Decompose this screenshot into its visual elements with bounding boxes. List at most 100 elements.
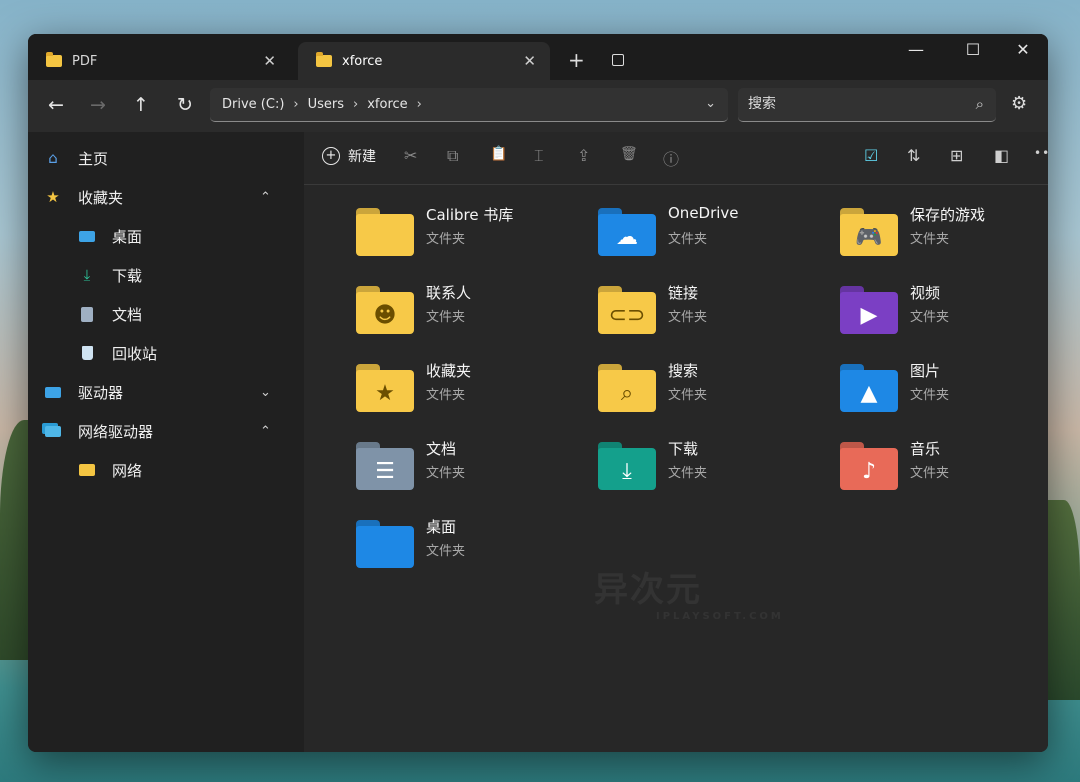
sidebar-item-network[interactable]: 网络 xyxy=(78,452,142,488)
file-item[interactable]: ☻ 联系人 文件夹 xyxy=(356,280,586,344)
rename-icon[interactable]: ⌶ xyxy=(534,146,544,166)
forward-button[interactable]: → xyxy=(86,94,110,116)
tab-label: PDF xyxy=(72,53,98,69)
file-item[interactable]: Calibre 书库 文件夹 xyxy=(356,202,586,266)
breadcrumb-separator: › xyxy=(353,97,359,112)
back-button[interactable]: ← xyxy=(44,94,68,116)
copy-icon[interactable]: ⧉ xyxy=(447,146,458,166)
tab-xforce[interactable]: xforce ✕ xyxy=(298,42,550,80)
file-name: Calibre 书库 xyxy=(426,206,514,224)
file-item[interactable]: ☁ OneDrive 文件夹 xyxy=(598,202,828,266)
cut-icon[interactable]: ✂ xyxy=(404,146,417,165)
sidebar-item-label: 驱动器 xyxy=(78,383,124,402)
file-type: 文件夹 xyxy=(668,310,708,325)
refresh-button[interactable]: ↻ xyxy=(173,94,197,116)
new-button[interactable]: + 新建 xyxy=(322,146,376,166)
file-type: 文件夹 xyxy=(668,232,708,247)
file-name: 搜索 xyxy=(668,362,699,380)
maximize-button[interactable]: ☐ xyxy=(953,40,993,59)
file-type: 文件夹 xyxy=(426,232,466,247)
chevron-down-icon[interactable]: ⌄ xyxy=(260,385,271,400)
breadcrumb-drive[interactable]: Drive (C:) xyxy=(222,97,284,112)
sidebar-item-label: 主页 xyxy=(78,149,109,168)
address-dropdown-icon[interactable]: ⌄ xyxy=(705,96,716,111)
delete-icon[interactable]: 🗑 xyxy=(620,146,638,162)
sidebar-item-documents[interactable]: 文档 xyxy=(78,296,142,332)
file-name: 视频 xyxy=(910,284,941,302)
sidebar-item-label: 下载 xyxy=(112,266,143,285)
sort-icon[interactable]: ⇅ xyxy=(907,146,920,165)
more-options-icon[interactable]: ••• xyxy=(1034,146,1048,160)
sidebar-item-recycle-bin[interactable]: 回收站 xyxy=(78,335,157,371)
file-item[interactable]: ⊂⊃ 链接 文件夹 xyxy=(598,280,828,344)
command-bar: + 新建 ✂ ⧉ 📋 ⌶ ⇪ 🗑 ⓘ ☑ ⇅ ⊞ ◧ ••• xyxy=(304,132,1048,185)
music-folder-icon: ♪ xyxy=(840,442,898,490)
sidebar-item-desktop[interactable]: 桌面 xyxy=(78,218,142,254)
breadcrumb-users[interactable]: Users xyxy=(308,97,344,112)
up-button[interactable]: ↑ xyxy=(129,94,153,116)
new-button-label: 新建 xyxy=(348,149,376,165)
file-type: 文件夹 xyxy=(426,310,466,325)
tab-pdf[interactable]: PDF ✕ xyxy=(28,42,290,80)
duplicate-tab-icon[interactable] xyxy=(612,54,624,66)
sidebar-item-network-drives[interactable]: 网络驱动器 ⌃ xyxy=(44,413,304,449)
file-name: 下载 xyxy=(668,440,699,458)
links-folder-icon: ⊂⊃ xyxy=(598,286,656,334)
documents-folder-icon: ☰ xyxy=(356,442,414,490)
sidebar-item-label: 网络 xyxy=(112,461,143,480)
file-item[interactable]: ⤓ 下载 文件夹 xyxy=(598,436,828,500)
pictures-folder-icon: ▲ xyxy=(840,364,898,412)
view-icon[interactable]: ⊞ xyxy=(950,146,963,165)
sidebar-item-drives[interactable]: 驱动器 ⌄ xyxy=(44,374,304,410)
file-type: 文件夹 xyxy=(910,388,950,403)
sidebar-item-label: 回收站 xyxy=(112,344,158,363)
file-item[interactable]: ⌕ 搜索 文件夹 xyxy=(598,358,828,422)
file-name: 桌面 xyxy=(426,518,457,536)
select-icon[interactable]: ☑ xyxy=(864,146,878,165)
new-tab-button[interactable]: + xyxy=(568,50,585,70)
file-item[interactable]: ♪ 音乐 文件夹 xyxy=(840,436,1048,500)
folder-icon xyxy=(356,208,414,256)
info-icon[interactable]: ⓘ xyxy=(663,146,679,170)
share-icon[interactable]: ⇪ xyxy=(577,146,590,165)
search-icon: ⌕ xyxy=(975,95,984,113)
chevron-up-icon[interactable]: ⌃ xyxy=(260,190,271,205)
desktop-icon xyxy=(78,227,96,245)
address-bar[interactable]: Drive (C:) › Users › xforce › ⌄ xyxy=(210,88,728,122)
file-type: 文件夹 xyxy=(668,388,708,403)
file-type: 文件夹 xyxy=(426,388,466,403)
file-item[interactable]: 桌面 文件夹 xyxy=(356,514,586,578)
sidebar-item-favorites[interactable]: ★ 收藏夹 ⌃ xyxy=(44,179,304,215)
settings-gear-icon[interactable]: ⚙ xyxy=(1011,93,1027,114)
desktop-folder-icon xyxy=(356,520,414,568)
close-tab-icon[interactable]: ✕ xyxy=(523,52,536,70)
close-tab-icon[interactable]: ✕ xyxy=(263,52,276,70)
paste-icon[interactable]: 📋 xyxy=(490,146,507,162)
network-drive-icon xyxy=(44,422,62,440)
breadcrumb-xforce[interactable]: xforce xyxy=(367,97,407,112)
search-input[interactable]: 搜索 ⌕ xyxy=(738,88,996,122)
file-item[interactable]: ☰ 文档 文件夹 xyxy=(356,436,586,500)
chevron-up-icon[interactable]: ⌃ xyxy=(260,424,271,439)
file-type: 文件夹 xyxy=(668,466,708,481)
close-window-button[interactable]: ✕ xyxy=(1003,40,1043,59)
minimize-button[interactable]: — xyxy=(896,40,936,59)
file-type: 文件夹 xyxy=(426,466,466,481)
file-name: 音乐 xyxy=(910,440,941,458)
file-type: 文件夹 xyxy=(426,544,466,559)
file-item[interactable]: ▶ 视频 文件夹 xyxy=(840,280,1048,344)
title-bar: PDF ✕ xforce ✕ + — ☐ ✕ xyxy=(28,34,1048,80)
sidebar-item-home[interactable]: ⌂ 主页 xyxy=(44,140,108,176)
file-item[interactable]: 🎮 保存的游戏 文件夹 xyxy=(840,202,1048,266)
sidebar-item-label: 网络驱动器 xyxy=(78,422,154,441)
drive-icon xyxy=(44,383,62,401)
breadcrumb-separator: › xyxy=(293,97,299,112)
file-item[interactable]: ▲ 图片 文件夹 xyxy=(840,358,1048,422)
file-item[interactable]: ★ 收藏夹 文件夹 xyxy=(356,358,586,422)
onedrive-folder-icon: ☁ xyxy=(598,208,656,256)
saved-games-folder-icon: 🎮 xyxy=(840,208,898,256)
sidebar-item-downloads[interactable]: ⤓ 下载 xyxy=(78,257,142,293)
file-name: OneDrive xyxy=(668,204,739,222)
folder-icon xyxy=(316,52,332,67)
details-pane-icon[interactable]: ◧ xyxy=(994,146,1009,165)
